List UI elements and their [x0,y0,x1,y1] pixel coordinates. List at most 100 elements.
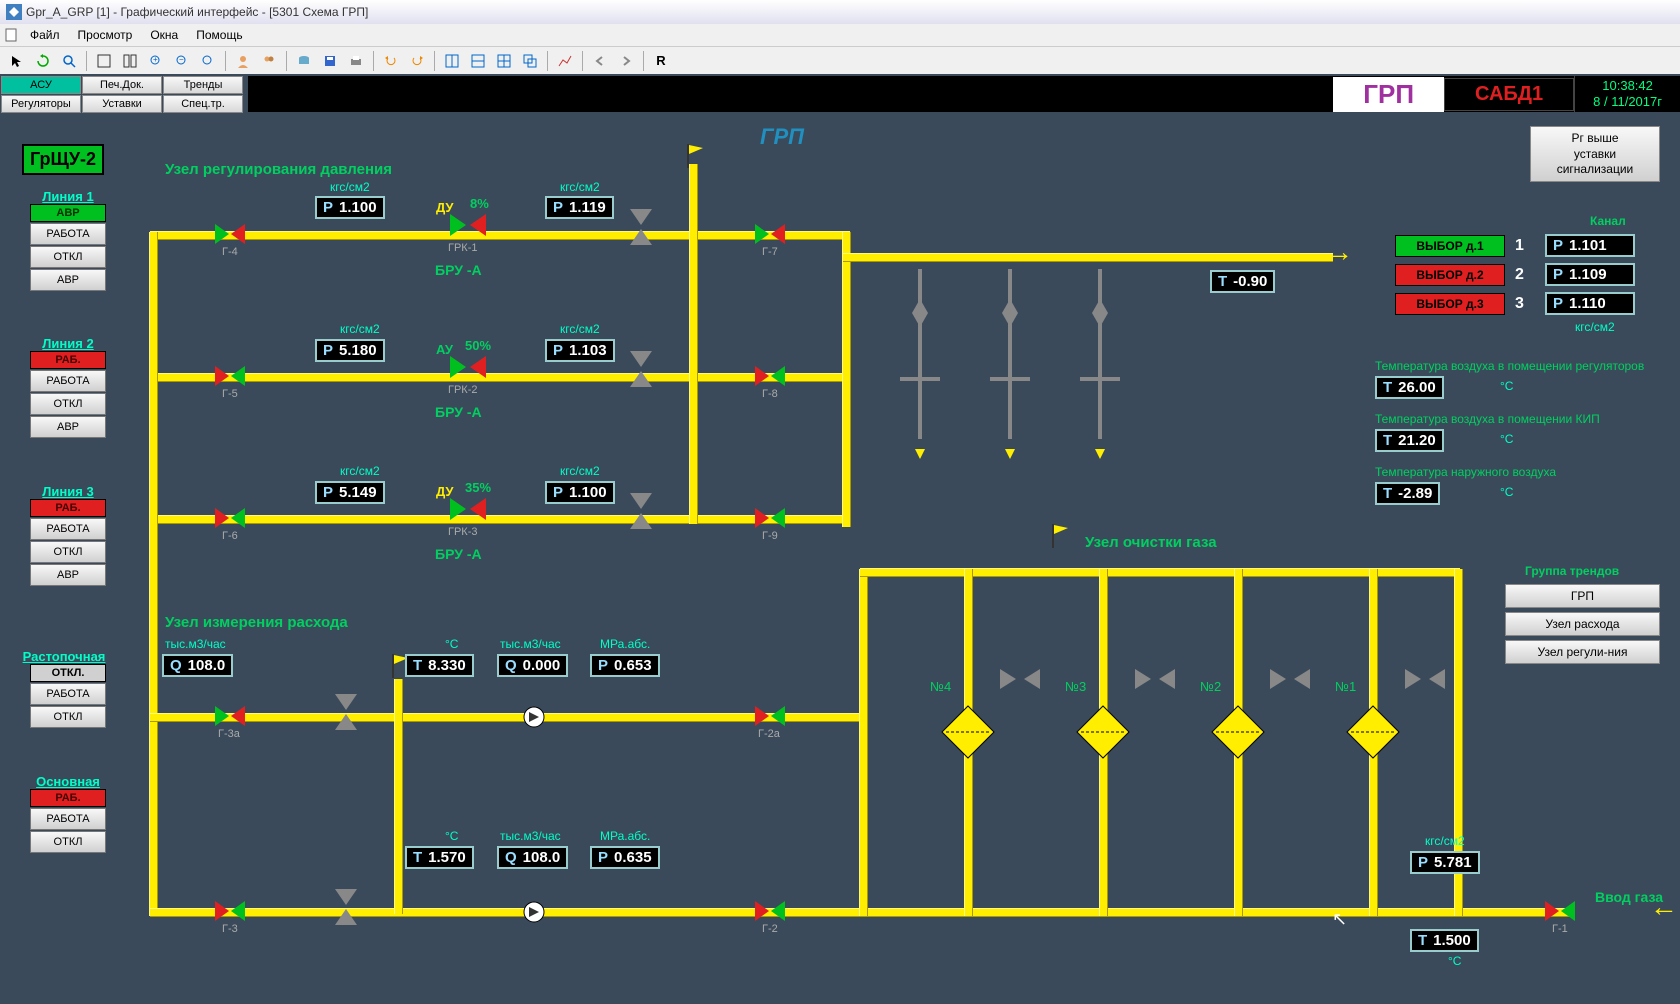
line1-avr[interactable]: АВР [30,269,106,291]
cascade-icon[interactable] [519,50,541,72]
l2-pct: 50% [465,338,491,353]
pipe-line1 [150,232,850,239]
pipe-flow-mid [395,679,402,914]
btn-regulatory[interactable]: Регуляторы [1,95,81,113]
unit-mpa: МРа.абс. [600,637,650,651]
menu-windows[interactable]: Окна [142,26,186,44]
l2-p2-value: 1.103 [569,342,607,359]
zoom-fit-icon[interactable] [197,50,219,72]
line3-avr[interactable]: АВР [30,564,106,586]
pipe-mid-header [690,164,697,524]
line3-rabota[interactable]: РАБОТА [30,518,106,540]
chart-icon[interactable] [554,50,576,72]
rast-otkl[interactable]: ОТКЛ [30,706,106,728]
line1-rabota[interactable]: РАБОТА [30,223,106,245]
regulator3-icon[interactable] [450,498,486,520]
unit-kgs: кгс/см2 [560,464,600,478]
main-p-value: 0.635 [614,849,652,866]
layout3-icon[interactable] [493,50,515,72]
section-regul: Узел регулирования давления [165,161,392,178]
user1-icon[interactable] [232,50,254,72]
sel-d2[interactable]: ВЫБОР д.2 [1395,264,1505,286]
valve-g3-icon[interactable] [215,901,245,921]
sel-d1[interactable]: ВЫБОР д.1 [1395,235,1505,257]
ch-n2: 2 [1515,266,1535,284]
g1-label: Г-1 [1552,923,1568,935]
undo-icon[interactable] [380,50,402,72]
unit-c: °C [445,637,458,651]
pipe-right-header-top [843,232,850,527]
alarm-l3: сигнализации [1541,162,1649,178]
rast-rabota[interactable]: РАБОТА [30,683,106,705]
nav-button-grid: АСУ Печ.Док. Тренды Регуляторы Уставки С… [0,75,244,114]
valve-g6-icon[interactable] [215,508,245,528]
line1-status: АВР [30,204,106,222]
unit-kgs: кгс/см2 [340,322,380,336]
valve-g8-icon[interactable] [755,366,785,386]
redo-icon[interactable] [406,50,428,72]
osn-rabota[interactable]: РАБОТА [30,808,106,830]
r-button[interactable]: R [650,50,672,72]
btn-spectr[interactable]: Спец.тр. [163,95,243,113]
channel-grid: ВЫБОР д.1 1 P1.101 ВЫБОР д.2 2 P1.109 ВЫ… [1395,234,1635,315]
osn-otkl[interactable]: ОТКЛ [30,831,106,853]
forward-icon[interactable] [615,50,637,72]
btn-ustavki[interactable]: Уставки [82,95,162,113]
valve-g5-icon[interactable] [215,366,245,386]
unit-tys: тыс.м3/час [500,637,561,651]
line1-otkl[interactable]: ОТКЛ [30,246,106,268]
grid1-icon[interactable] [93,50,115,72]
layout1-icon[interactable] [441,50,463,72]
l1-mode: ДУ [436,200,454,215]
trend-grp[interactable]: ГРП [1505,584,1660,608]
line2-otkl[interactable]: ОТКЛ [30,393,106,415]
line3-title: Линия 3 [30,484,106,499]
valve-g7-icon[interactable] [755,224,785,244]
valve-g2a-icon[interactable] [755,706,785,726]
filter3-label: №3 [1065,679,1086,694]
zoom-icon[interactable] [58,50,80,72]
btn-trendy[interactable]: Тренды [163,76,243,94]
menu-view[interactable]: Просмотр [70,26,141,44]
trend-regul[interactable]: Узел регули-ния [1505,640,1660,664]
valve-g1-icon[interactable] [1545,901,1575,921]
line3-otkl[interactable]: ОТКЛ [30,541,106,563]
valve-g3a-icon[interactable] [215,706,245,726]
valve-g9-icon[interactable] [755,508,785,528]
t2-label: Температура воздуха в помещении КИП [1375,412,1600,426]
filter4-icon [940,704,996,760]
layout2-icon[interactable] [467,50,489,72]
line2-avr[interactable]: АВР [30,416,106,438]
alarm-panel[interactable]: Рг выше уставки сигнализации [1530,126,1660,182]
unit-kgs: кгс/см2 [1425,834,1465,848]
user2-icon[interactable] [258,50,280,72]
g6-label: Г-6 [222,530,238,542]
db-icon[interactable] [293,50,315,72]
print-icon[interactable] [345,50,367,72]
btn-asu[interactable]: АСУ [1,76,81,94]
menu-file[interactable]: Файл [22,26,68,44]
regulator2-icon[interactable] [450,356,486,378]
trend-flow[interactable]: Узел расхода [1505,612,1660,636]
grid2-icon[interactable] [119,50,141,72]
sel-d3[interactable]: ВЫБОР д.3 [1395,293,1505,315]
l2-p2-readout: P1.103 [545,339,615,362]
save-icon[interactable] [319,50,341,72]
unit-c: °C [1500,485,1513,499]
pipe-line3 [150,516,850,523]
line2-rabota[interactable]: РАБОТА [30,370,106,392]
zoom-in-icon[interactable]: + [145,50,167,72]
back-icon[interactable] [589,50,611,72]
pipe-flow-right [860,569,867,916]
grschu-badge[interactable]: ГрЩУ-2 [22,144,104,175]
g2a-label: Г-2а [758,728,780,740]
regulator1-icon[interactable] [450,214,486,236]
valve-g4-icon[interactable] [215,224,245,244]
refresh-icon[interactable] [32,50,54,72]
menu-help[interactable]: Помощь [188,26,250,44]
g9-label: Г-9 [762,530,778,542]
zoom-out-icon[interactable]: − [171,50,193,72]
valve-g2-icon[interactable] [755,901,785,921]
btn-pechdok[interactable]: Печ.Док. [82,76,162,94]
pointer-tool-icon[interactable] [6,50,28,72]
